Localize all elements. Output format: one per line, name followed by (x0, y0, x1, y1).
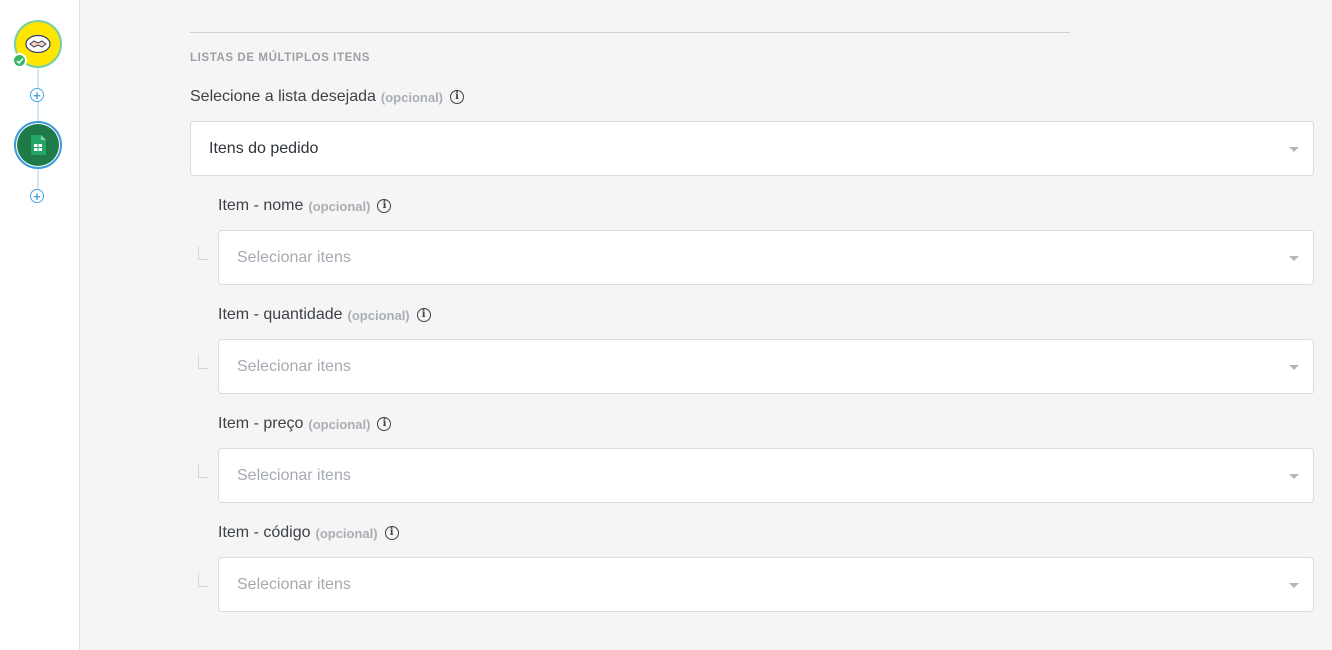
flow-connector (37, 169, 39, 189)
branch-connector (198, 355, 208, 369)
list-select-label: Selecione a lista desejada (opcional) i (190, 88, 465, 106)
optional-tag: (opcional) (315, 525, 378, 541)
chevron-down-icon (1289, 582, 1299, 588)
chevron-down-icon (1289, 255, 1299, 261)
list-select-value: Itens do pedido (209, 139, 319, 157)
section-divider (190, 32, 1070, 33)
chevron-down-icon (1289, 364, 1299, 370)
item-code-label: Item - código (opcional) i (218, 524, 399, 542)
flow-step-sheets[interactable] (14, 121, 62, 169)
select-placeholder: Selecionar itens (237, 466, 351, 484)
check-icon (12, 53, 27, 68)
flow-connector (37, 101, 39, 121)
optional-tag: (opcional) (380, 89, 444, 105)
field-label-text: Selecione a lista desejada (190, 88, 376, 105)
item-price-label: Item - preço (opcional) i (218, 415, 392, 433)
add-step-button[interactable]: + (30, 88, 44, 102)
section-title: LISTAS DE MÚLTIPLOS ITENS (190, 52, 371, 64)
select-placeholder: Selecionar itens (237, 248, 351, 266)
select-placeholder: Selecionar itens (237, 575, 351, 593)
item-name-label: Item - nome (opcional) i (218, 197, 392, 215)
item-code-select[interactable]: Selecionar itens (218, 557, 1314, 612)
info-icon[interactable]: i (377, 199, 392, 213)
item-price-select[interactable]: Selecionar itens (218, 448, 1314, 503)
item-quantity-select[interactable]: Selecionar itens (218, 339, 1314, 394)
chevron-down-icon (1289, 146, 1299, 152)
field-label-text: Item - nome (218, 197, 304, 214)
branch-connector (198, 246, 208, 260)
flow-step-icon-bg (17, 124, 59, 166)
flow-connector (37, 68, 39, 88)
info-icon[interactable]: i (416, 308, 431, 322)
info-icon[interactable]: i (377, 417, 392, 431)
field-label-text: Item - quantidade (218, 306, 343, 323)
optional-tag: (opcional) (308, 198, 371, 214)
info-icon[interactable]: i (384, 526, 399, 540)
field-label-text: Item - preço (218, 415, 304, 432)
item-quantity-label: Item - quantidade (opcional) i (218, 306, 431, 324)
chevron-down-icon (1289, 473, 1299, 479)
optional-tag: (opcional) (308, 416, 371, 432)
add-step-button[interactable]: + (30, 189, 44, 203)
field-label-text: Item - código (218, 524, 311, 541)
branch-connector (198, 573, 208, 587)
spreadsheet-icon (31, 135, 46, 155)
info-icon[interactable]: i (450, 90, 465, 104)
handshake-icon (25, 34, 51, 54)
branch-connector (198, 464, 208, 478)
flow-sidebar: + + (0, 0, 80, 650)
select-placeholder: Selecionar itens (237, 357, 351, 375)
item-name-select[interactable]: Selecionar itens (218, 230, 1314, 285)
optional-tag: (opcional) (347, 307, 410, 323)
list-select-dropdown[interactable]: Itens do pedido (190, 121, 1314, 176)
